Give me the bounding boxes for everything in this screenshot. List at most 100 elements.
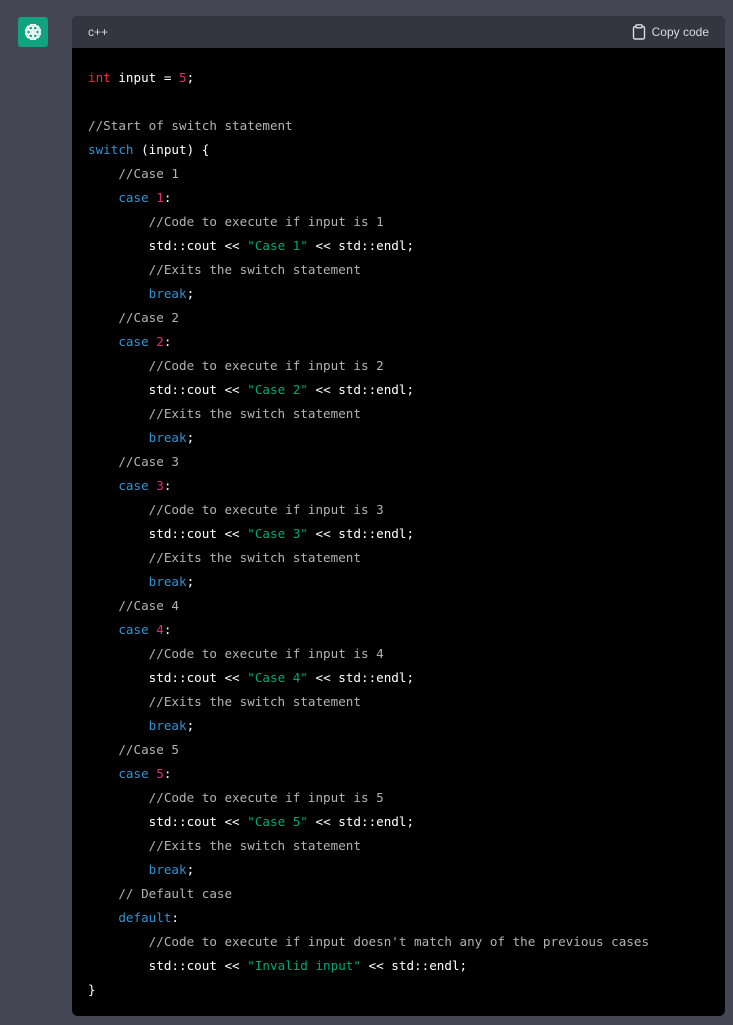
code-line: break;	[88, 858, 709, 882]
code-block: c++ Copy code int input = 5; //Start of s…	[72, 16, 725, 1016]
code-line: std::cout << "Case 5" << std::endl;	[88, 810, 709, 834]
code-line: //Exits the switch statement	[88, 546, 709, 570]
copy-code-label: Copy code	[651, 25, 709, 39]
code-line: //Case 3	[88, 450, 709, 474]
code-token: //Code to execute if input is 2	[88, 358, 384, 373]
code-token: << std::endl;	[307, 526, 415, 541]
code-token: :	[163, 478, 172, 493]
code-line: //Start of switch statement	[88, 114, 709, 138]
copy-code-button[interactable]: Copy code	[632, 24, 709, 40]
code-token: //Code to execute if input is 5	[88, 790, 384, 805]
code-token: << std::endl;	[307, 814, 415, 829]
code-content: int input = 5; //Start of switch statemen…	[72, 48, 725, 1002]
code-line: case 3:	[88, 474, 709, 498]
code-token: std::cout <<	[88, 958, 248, 973]
code-token: break	[88, 718, 187, 733]
code-token: // Default case	[88, 886, 233, 901]
code-line: std::cout << "Invalid input" << std::end…	[88, 954, 709, 978]
code-token: //Case 1	[88, 166, 179, 181]
code-line: //Exits the switch statement	[88, 690, 709, 714]
code-token: 4	[156, 622, 164, 637]
code-token: (input) {	[133, 142, 210, 157]
code-line: //Case 4	[88, 594, 709, 618]
code-line: std::cout << "Case 4" << std::endl;	[88, 666, 709, 690]
code-token: std::cout <<	[88, 526, 248, 541]
code-token: //Code to execute if input doesn't match…	[88, 934, 650, 949]
code-line: //Code to execute if input is 3	[88, 498, 709, 522]
code-line: case 5:	[88, 762, 709, 786]
code-line: std::cout << "Case 2" << std::endl;	[88, 378, 709, 402]
code-line: case 2:	[88, 330, 709, 354]
code-token: //Exits the switch statement	[88, 406, 361, 421]
code-token: 1	[156, 190, 164, 205]
code-token: :	[163, 334, 172, 349]
code-line: break;	[88, 282, 709, 306]
code-header: c++ Copy code	[72, 16, 725, 48]
code-token: //Case 4	[88, 598, 179, 613]
code-token: ;	[186, 574, 195, 589]
code-token: std::cout <<	[88, 814, 248, 829]
code-token: ;	[186, 430, 195, 445]
code-token: case	[88, 334, 157, 349]
code-line: //Code to execute if input is 2	[88, 354, 709, 378]
code-token: break	[88, 430, 187, 445]
code-line: std::cout << "Case 3" << std::endl;	[88, 522, 709, 546]
code-token: //Start of switch statement	[88, 118, 293, 133]
code-token: "Case 3"	[247, 526, 308, 541]
code-line: //Exits the switch statement	[88, 402, 709, 426]
code-line: std::cout << "Case 1" << std::endl;	[88, 234, 709, 258]
code-token: case	[88, 622, 157, 637]
code-line: // Default case	[88, 882, 709, 906]
code-token: break	[88, 286, 187, 301]
code-token: //Exits the switch statement	[88, 262, 361, 277]
code-token: default	[88, 910, 172, 925]
code-token: input =	[110, 70, 179, 85]
code-token: case	[88, 478, 157, 493]
code-line: //Code to execute if input is 5	[88, 786, 709, 810]
code-language-label: c++	[88, 25, 109, 39]
code-line: int input = 5;	[88, 66, 709, 90]
code-line: default:	[88, 906, 709, 930]
code-token: case	[88, 766, 157, 781]
code-line: //Case 1	[88, 162, 709, 186]
code-token: :	[163, 766, 172, 781]
code-token: //Exits the switch statement	[88, 838, 361, 853]
code-token: "Case 5"	[247, 814, 308, 829]
code-token: }	[88, 982, 96, 997]
code-token: 3	[156, 478, 164, 493]
code-token: //Case 5	[88, 742, 179, 757]
code-token: case	[88, 190, 157, 205]
code-token: //Case 2	[88, 310, 179, 325]
code-token: << std::endl;	[307, 670, 415, 685]
code-token: << std::endl;	[360, 958, 468, 973]
code-token: //Code to execute if input is 3	[88, 502, 384, 517]
code-line: case 1:	[88, 186, 709, 210]
code-line: //Case 5	[88, 738, 709, 762]
code-token: :	[171, 910, 179, 925]
code-token: "Invalid input"	[247, 958, 361, 973]
code-token: std::cout <<	[88, 382, 248, 397]
code-line: //Code to execute if input is 1	[88, 210, 709, 234]
code-token: break	[88, 574, 187, 589]
code-line: //Case 2	[88, 306, 709, 330]
code-token: //Case 3	[88, 454, 179, 469]
code-line: break;	[88, 714, 709, 738]
code-token: << std::endl;	[307, 382, 415, 397]
openai-logo-icon	[22, 21, 44, 43]
code-token: "Case 2"	[247, 382, 308, 397]
code-token: int	[88, 70, 111, 85]
code-token: "Case 4"	[247, 670, 308, 685]
code-token: //Exits the switch statement	[88, 694, 361, 709]
code-token: ;	[186, 862, 195, 877]
code-token: 5	[179, 70, 187, 85]
code-line: //Exits the switch statement	[88, 258, 709, 282]
code-line: //Code to execute if input doesn't match…	[88, 930, 709, 954]
code-token: 5	[156, 766, 164, 781]
code-token: ;	[186, 286, 195, 301]
code-line: case 4:	[88, 618, 709, 642]
code-token: //Code to execute if input is 4	[88, 646, 384, 661]
code-line: switch (input) {	[88, 138, 709, 162]
code-token: :	[163, 622, 172, 637]
code-line: //Code to execute if input is 4	[88, 642, 709, 666]
